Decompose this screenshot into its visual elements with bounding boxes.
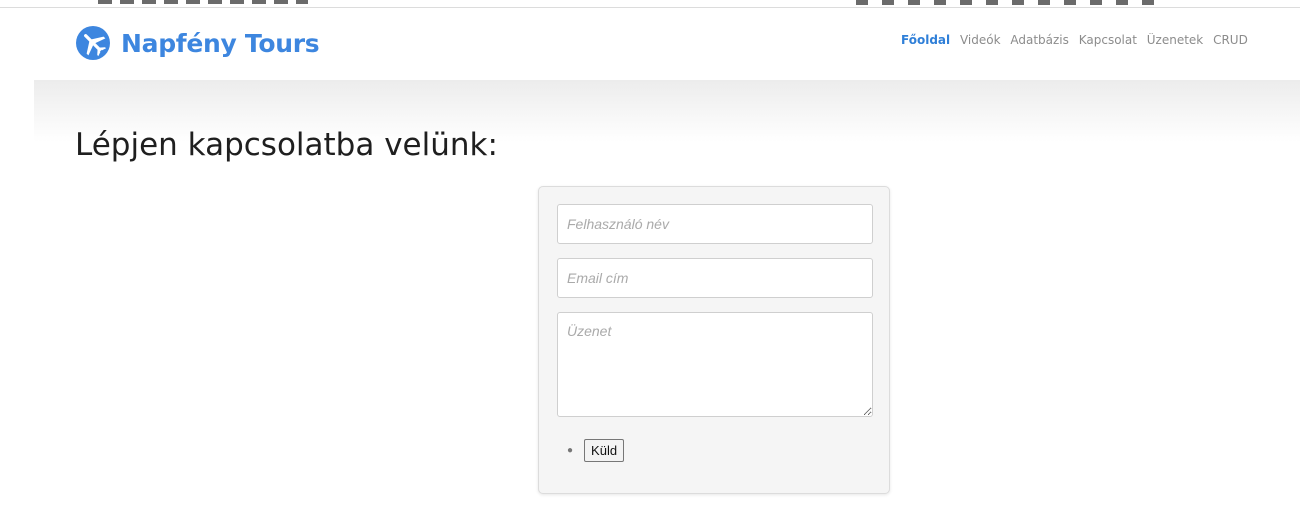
nav-item-videos[interactable]: Videók: [960, 33, 1001, 47]
submit-row: ● Küld: [567, 439, 625, 462]
nav-item-home[interactable]: Főoldal: [901, 33, 950, 47]
email-input[interactable]: [557, 258, 873, 298]
submit-button[interactable]: Küld: [584, 439, 625, 462]
cropped-text-fragment: [98, 0, 308, 4]
nav-item-messages[interactable]: Üzenetek: [1147, 33, 1204, 47]
top-divider: [0, 7, 1300, 8]
nav-item-database[interactable]: Adatbázis: [1010, 33, 1069, 47]
message-textarea[interactable]: [557, 312, 873, 417]
airplane-logo-icon: [76, 26, 110, 60]
username-input[interactable]: [557, 204, 873, 244]
contact-form: ● Küld: [538, 186, 890, 494]
brand-name: Napfény Tours: [121, 28, 320, 58]
nav-item-contact[interactable]: Kapcsolat: [1079, 33, 1137, 47]
list-bullet: ●: [567, 444, 574, 456]
main-nav: Főoldal Videók Adatbázis Kapcsolat Üzene…: [901, 33, 1300, 47]
cropped-text-fragment: [856, 0, 1161, 5]
page-title: Lépjen kapcsolatba velünk:: [75, 127, 498, 163]
brand-link[interactable]: Napfény Tours: [75, 25, 320, 61]
nav-item-crud[interactable]: CRUD: [1213, 33, 1248, 47]
